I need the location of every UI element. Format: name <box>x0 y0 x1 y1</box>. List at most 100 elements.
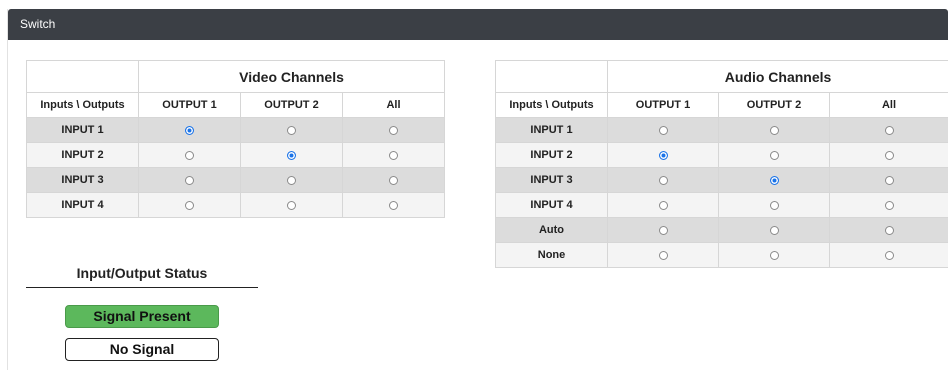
row-label: INPUT 3 <box>26 167 139 193</box>
radio-cell <box>828 242 948 268</box>
no-signal-badge: No Signal <box>65 338 219 361</box>
table-row: Auto <box>495 217 948 243</box>
audio-radio-button[interactable] <box>658 250 668 260</box>
radio-cell <box>138 192 241 218</box>
radio-cell <box>828 117 948 143</box>
row-label: INPUT 1 <box>495 117 608 143</box>
table-row: INPUT 1 <box>495 117 948 143</box>
audio-channels-table: Audio Channels Inputs \ Outputs OUTPUT 1… <box>495 60 948 268</box>
table-row: INPUT 1 <box>26 117 446 143</box>
radio-cell <box>828 142 948 168</box>
video-channels-table: Video Channels Inputs \ Outputs OUTPUT 1… <box>26 60 446 218</box>
audio-rows: INPUT 1 INPUT 2 INPUT 3 INPUT 4 Auto None <box>495 117 948 268</box>
radio-cell <box>607 192 719 218</box>
table-row: None <box>495 242 948 268</box>
radio-cell <box>341 142 446 168</box>
table-row: INPUT 4 <box>495 192 948 218</box>
audio-radio-button[interactable] <box>884 250 894 260</box>
audio-radio-button[interactable] <box>769 200 779 210</box>
radio-cell <box>138 117 241 143</box>
radio-cell <box>718 142 830 168</box>
row-label: INPUT 1 <box>26 117 139 143</box>
corner-blank <box>495 60 608 93</box>
table-row: INPUT 4 <box>26 192 446 218</box>
audio-radio-button[interactable] <box>658 175 668 185</box>
io-status-legend: Input/Output Status Signal Present No Si… <box>26 258 258 361</box>
audio-radio-button[interactable] <box>769 225 779 235</box>
table-row: INPUT 2 <box>495 142 948 168</box>
audio-col-output-1: OUTPUT 1 <box>607 92 719 118</box>
row-label: INPUT 3 <box>495 167 608 193</box>
radio-cell <box>341 192 446 218</box>
radio-cell <box>607 117 719 143</box>
panel-title: Switch <box>8 9 948 40</box>
radio-cell <box>341 117 446 143</box>
audio-radio-button[interactable] <box>658 200 668 210</box>
video-radio-button[interactable] <box>287 175 296 185</box>
audio-radio-button[interactable] <box>884 125 894 135</box>
video-radio-button[interactable] <box>185 125 194 135</box>
radio-cell <box>607 217 719 243</box>
corner-blank <box>26 60 139 93</box>
radio-cell <box>718 242 830 268</box>
radio-cell <box>718 192 830 218</box>
status-title: Input/Output Status <box>26 258 258 288</box>
radio-cell <box>240 117 343 143</box>
audio-radio-button[interactable] <box>769 125 779 135</box>
radio-cell <box>138 167 241 193</box>
audio-radio-button[interactable] <box>884 175 894 185</box>
radio-cell <box>718 167 830 193</box>
row-label: INPUT 2 <box>26 142 139 168</box>
audio-col-all: All <box>828 92 948 118</box>
radio-cell <box>607 142 719 168</box>
audio-radio-button[interactable] <box>658 150 668 160</box>
radio-cell <box>828 167 948 193</box>
radio-cell <box>607 242 719 268</box>
video-radio-button[interactable] <box>287 125 296 135</box>
video-channels-title: Video Channels <box>137 60 446 93</box>
video-radio-button[interactable] <box>287 150 296 160</box>
video-rows: INPUT 1 INPUT 2 INPUT 3 INPUT 4 <box>26 117 446 218</box>
audio-radio-button[interactable] <box>658 125 668 135</box>
row-label: INPUT 4 <box>26 192 139 218</box>
audio-radio-button[interactable] <box>769 150 779 160</box>
table-row: INPUT 3 <box>26 167 446 193</box>
signal-present-badge: Signal Present <box>65 305 219 328</box>
video-radio-button[interactable] <box>389 200 399 210</box>
video-col-all: All <box>341 92 446 118</box>
audio-radio-button[interactable] <box>884 200 894 210</box>
radio-cell <box>341 167 446 193</box>
radio-cell <box>138 142 241 168</box>
video-radio-button[interactable] <box>185 200 194 210</box>
radio-cell <box>240 192 343 218</box>
video-radio-button[interactable] <box>185 175 194 185</box>
table-row: INPUT 2 <box>26 142 446 168</box>
audio-col-output-2: OUTPUT 2 <box>718 92 830 118</box>
corner-label: Inputs \ Outputs <box>495 92 608 118</box>
row-label: None <box>495 242 608 268</box>
radio-cell <box>718 117 830 143</box>
corner-label: Inputs \ Outputs <box>26 92 139 118</box>
radio-cell <box>828 217 948 243</box>
row-label: Auto <box>495 217 608 243</box>
radio-cell <box>718 217 830 243</box>
audio-channels-title: Audio Channels <box>606 60 948 93</box>
radio-cell <box>828 192 948 218</box>
video-radio-button[interactable] <box>389 125 399 135</box>
audio-radio-button[interactable] <box>884 150 894 160</box>
video-radio-button[interactable] <box>389 175 399 185</box>
video-radio-button[interactable] <box>185 150 194 160</box>
radio-cell <box>240 142 343 168</box>
audio-radio-button[interactable] <box>769 250 779 260</box>
row-label: INPUT 2 <box>495 142 608 168</box>
radio-cell <box>240 167 343 193</box>
audio-radio-button[interactable] <box>658 225 668 235</box>
video-radio-button[interactable] <box>389 150 399 160</box>
audio-radio-button[interactable] <box>884 225 894 235</box>
table-row: INPUT 3 <box>495 167 948 193</box>
row-label: INPUT 4 <box>495 192 608 218</box>
video-radio-button[interactable] <box>287 200 296 210</box>
video-col-output-2: OUTPUT 2 <box>240 92 343 118</box>
audio-radio-button[interactable] <box>769 175 779 185</box>
video-col-output-1: OUTPUT 1 <box>138 92 241 118</box>
